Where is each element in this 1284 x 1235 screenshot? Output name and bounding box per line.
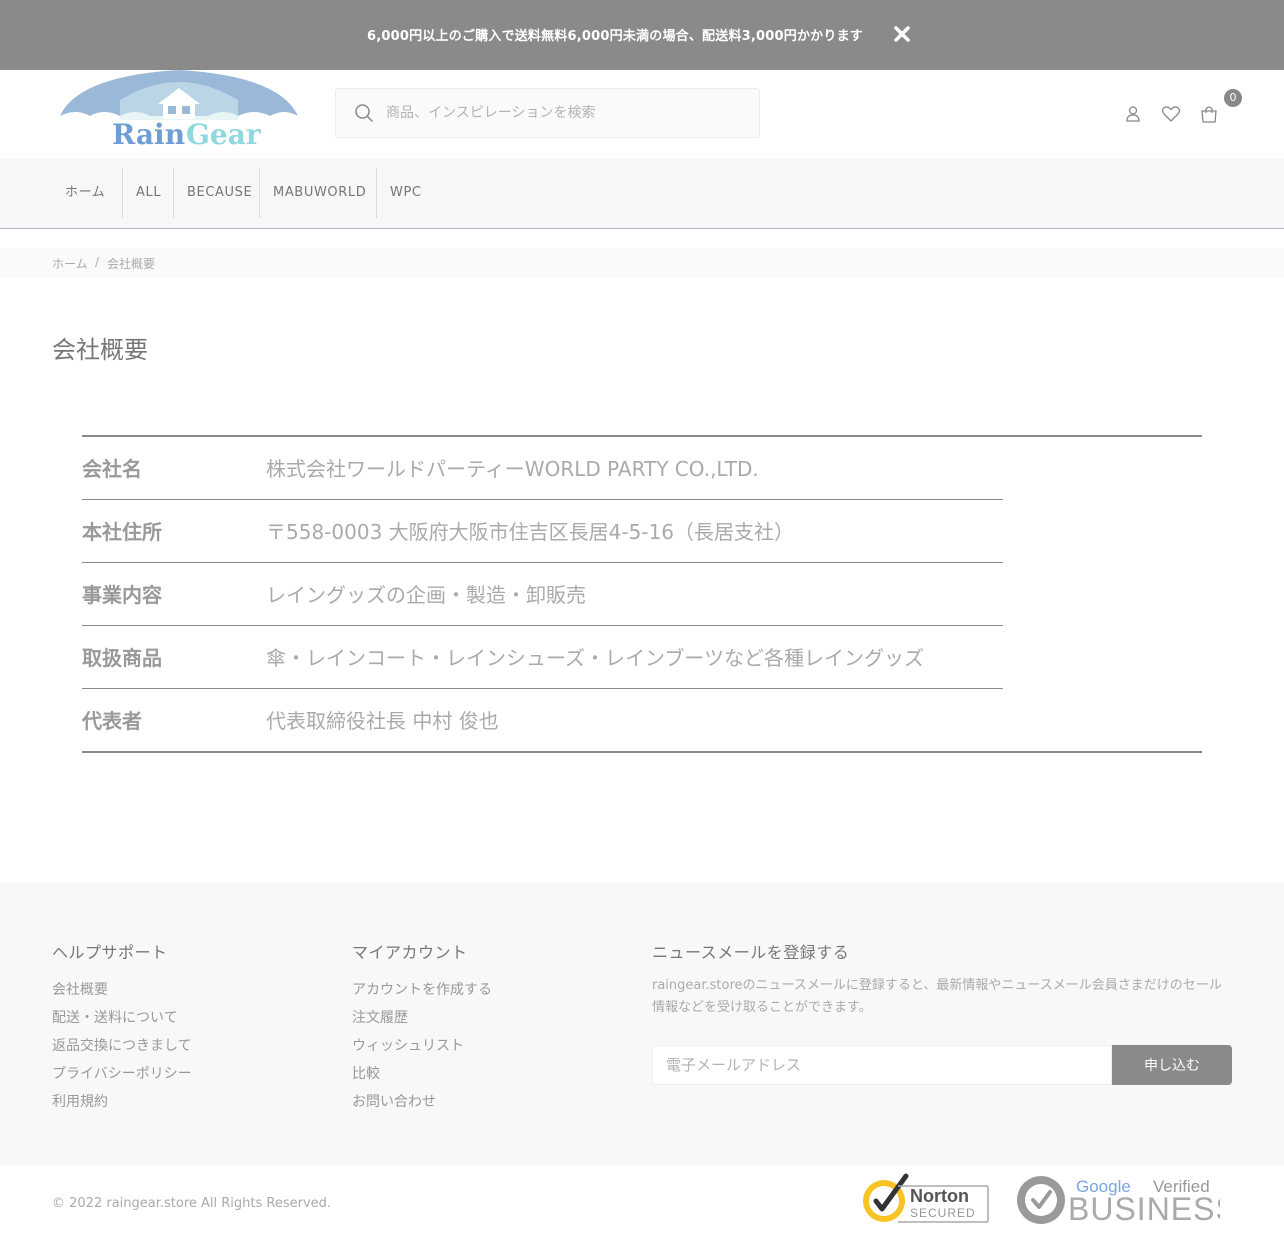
close-icon[interactable]	[890, 22, 914, 46]
table-row: 代表者 代表取締役社長 中村 俊也	[82, 689, 1003, 752]
search-input[interactable]	[386, 89, 746, 137]
nav-item-because[interactable]: BECAUSE	[187, 168, 252, 218]
newsletter-description: raingear.storeのニュースメールに登録すると、最新情報やニュースメー…	[652, 978, 1222, 1015]
newsletter-email-input[interactable]	[652, 1045, 1112, 1085]
announcement-text: 6,000円以上のご購入で送料無料6,000円未満の場合、配送料3,000円かか…	[367, 29, 863, 44]
newsletter-subscribe-button[interactable]: 申し込む	[1112, 1045, 1232, 1085]
nav-divider	[122, 168, 123, 218]
footer-bottom-bar: © 2022 raingear.store All Rights Reserve…	[0, 1165, 1284, 1235]
breadcrumb-home-link[interactable]: ホーム	[52, 255, 88, 272]
norton-subtitle: SECURED	[910, 1206, 976, 1220]
search-icon[interactable]	[354, 103, 374, 123]
footer-link-shipping[interactable]: 配送・送料について	[52, 1007, 178, 1027]
wishlist-icon[interactable]	[1161, 104, 1181, 124]
row-label: 事業内容	[82, 583, 162, 607]
breadcrumb: ホーム / 会社概要	[0, 248, 1284, 278]
logo-word-rain: Rain	[112, 118, 185, 150]
cart-icon[interactable]	[1199, 104, 1219, 124]
footer-account-heading: マイアカウント	[352, 943, 468, 962]
row-value: 代表取締役社長 中村 俊也	[266, 709, 499, 733]
footer-link-order-history[interactable]: 注文履歴	[352, 1007, 408, 1027]
breadcrumb-separator: /	[95, 255, 100, 269]
newsletter-heading: ニュースメールを登録する	[652, 943, 850, 962]
table-row: 会社名 株式会社ワールドパーティーWORLD PARTY CO.,LTD.	[82, 437, 1003, 500]
row-value: レイングッズの企画・製造・卸販売	[266, 583, 586, 607]
footer-link-create-account[interactable]: アカウントを作成する	[352, 979, 492, 999]
announcement-bar: 6,000円以上のご購入で送料無料6,000円未満の場合、配送料3,000円かか…	[0, 0, 1284, 70]
row-label: 代表者	[82, 709, 142, 733]
row-value: 傘・レインコート・レインシューズ・レインブーツなど各種レイングッズ	[266, 646, 924, 670]
nav-divider	[173, 168, 174, 218]
breadcrumb-current: 会社概要	[107, 257, 156, 271]
footer-link-wishlist[interactable]: ウィッシュリスト	[352, 1035, 464, 1055]
account-icon[interactable]	[1123, 104, 1143, 124]
page-title: 会社概要	[52, 336, 148, 364]
footer-link-privacy[interactable]: プライバシーポリシー	[52, 1063, 192, 1083]
nav-item-wpc[interactable]: WPC	[390, 168, 422, 218]
site-footer: ヘルプサポート 会社概要 配送・送料について 返品交換につきまして プライバシー…	[0, 883, 1284, 1165]
norton-title: Norton	[910, 1186, 969, 1206]
google-verified-business-badge: Google Verified BUSINESS	[1014, 1172, 1237, 1228]
norton-secured-badge: Norton SECURED	[858, 1172, 990, 1228]
footer-link-company[interactable]: 会社概要	[52, 979, 108, 999]
row-value: 株式会社ワールドパーティーWORLD PARTY CO.,LTD.	[266, 457, 759, 481]
nav-divider	[376, 168, 377, 218]
nav-item-home[interactable]: ホーム	[65, 168, 105, 218]
cart-count-badge: 0	[1224, 89, 1242, 107]
site-logo[interactable]: Rain Gear	[58, 70, 300, 151]
company-info-table: 会社名 株式会社ワールドパーティーWORLD PARTY CO.,LTD. 本社…	[82, 435, 1202, 753]
footer-link-terms[interactable]: 利用規約	[52, 1091, 108, 1111]
row-label: 会社名	[82, 457, 142, 481]
nav-item-all[interactable]: ALL	[136, 168, 161, 218]
logo-word-gear: Gear	[186, 118, 262, 150]
footer-help-heading: ヘルプサポート	[52, 943, 168, 962]
table-row: 事業内容 レイングッズの企画・製造・卸販売	[82, 563, 1003, 626]
footer-link-returns[interactable]: 返品交換につきまして	[52, 1035, 192, 1055]
row-label: 取扱商品	[82, 646, 162, 670]
nav-divider	[259, 168, 260, 218]
business-text: BUSINESS	[1068, 1191, 1220, 1227]
main-nav: ホーム ALL BECAUSE MABUWORLD WPC	[0, 158, 1284, 229]
copyright-text: © 2022 raingear.store All Rights Reserve…	[52, 1196, 332, 1211]
footer-link-contact[interactable]: お問い合わせ	[352, 1091, 436, 1111]
footer-link-compare[interactable]: 比較	[352, 1063, 380, 1083]
row-value: 〒558-0003 大阪府大阪市住吉区長居4-5-16（長居支社）	[266, 520, 794, 544]
nav-item-mabuworld[interactable]: MABUWORLD	[273, 168, 366, 218]
table-row: 取扱商品 傘・レインコート・レインシューズ・レインブーツなど各種レイングッズ	[82, 626, 1003, 689]
site-header: Rain Gear 0	[0, 70, 1284, 158]
search-bar	[335, 88, 760, 138]
table-row: 本社住所 〒558-0003 大阪府大阪市住吉区長居4-5-16（長居支社）	[82, 500, 1003, 563]
row-label: 本社住所	[82, 520, 162, 544]
